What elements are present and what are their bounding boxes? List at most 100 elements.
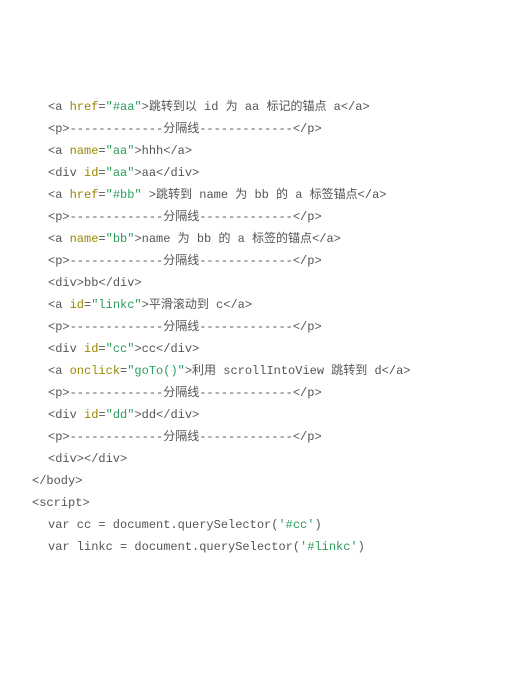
code-line: <div id="dd">dd</div> xyxy=(20,404,527,426)
code-line: <div>bb</div> xyxy=(20,272,527,294)
code-token: <a xyxy=(48,144,70,158)
code-token: > xyxy=(185,364,192,378)
code-token: </a> xyxy=(223,298,252,312)
code-token: > xyxy=(134,232,141,246)
code-token: "linkc" xyxy=(91,298,141,312)
code-token: "#aa" xyxy=(106,100,142,114)
code-token: <a xyxy=(48,232,70,246)
code-token: id xyxy=(70,298,84,312)
code-token: <p> xyxy=(48,320,70,334)
code-token: <a xyxy=(48,298,70,312)
code-token: </p> xyxy=(293,430,322,444)
code-line: var linkc = document.querySelector('#lin… xyxy=(20,536,527,558)
code-token: </div> xyxy=(98,276,141,290)
code-token: cc xyxy=(142,342,156,356)
code-token: = xyxy=(98,342,105,356)
code-token: > xyxy=(134,408,141,422)
code-token: </p> xyxy=(293,320,322,334)
code-token: </a> xyxy=(382,364,411,378)
code-token: <p> xyxy=(48,254,70,268)
code-token: <a xyxy=(48,188,70,202)
code-token: ) xyxy=(314,518,321,532)
code-line: <div></div> xyxy=(20,448,527,470)
code-token: name 为 bb 的 a 标签的锚点 xyxy=(142,232,312,246)
code-token: </p> xyxy=(293,386,322,400)
code-token: <div xyxy=(48,166,84,180)
code-token: > xyxy=(134,166,141,180)
code-token: aa xyxy=(142,166,156,180)
code-token: "goTo()" xyxy=(127,364,185,378)
code-token: <script> xyxy=(32,496,90,510)
code-token: </p> xyxy=(293,210,322,224)
code-token: <div> xyxy=(48,276,84,290)
code-token: ) xyxy=(358,540,365,554)
code-line: <a name="bb">name 为 bb 的 a 标签的锚点</a> xyxy=(20,228,527,250)
code-token: -------------分隔线------------- xyxy=(70,122,293,136)
code-token: href xyxy=(70,100,99,114)
code-token: </a> xyxy=(312,232,341,246)
code-token: </a> xyxy=(358,188,387,202)
code-token: -------------分隔线------------- xyxy=(70,430,293,444)
code-token: href xyxy=(70,188,99,202)
code-token: = xyxy=(98,144,105,158)
code-line: <p>-------------分隔线-------------</p> xyxy=(20,118,527,140)
code-token: </p> xyxy=(293,254,322,268)
code-line: var cc = document.querySelector('#cc') xyxy=(20,514,527,536)
code-line: <a onclick="goTo()">利用 scrollIntoView 跳转… xyxy=(20,360,527,382)
code-token: <div></div> xyxy=(48,452,127,466)
code-line: <div id="cc">cc</div> xyxy=(20,338,527,360)
code-token: = xyxy=(98,232,105,246)
code-token: onclick xyxy=(70,364,120,378)
code-token: -------------分隔线------------- xyxy=(70,386,293,400)
code-token: <p> xyxy=(48,386,70,400)
code-token: 利用 scrollIntoView 跳转到 d xyxy=(192,364,382,378)
code-token: '#linkc' xyxy=(300,540,358,554)
code-line: <a id="linkc">平滑滚动到 c</a> xyxy=(20,294,527,316)
code-token: = xyxy=(98,166,105,180)
code-token: -------------分隔线------------- xyxy=(70,320,293,334)
code-token: "bb" xyxy=(106,232,135,246)
code-token: <div xyxy=(48,342,84,356)
code-token: </p> xyxy=(293,122,322,136)
code-token: > xyxy=(142,188,156,202)
code-line: <p>-------------分隔线-------------</p> xyxy=(20,206,527,228)
code-token: = xyxy=(98,408,105,422)
code-line: <p>-------------分隔线-------------</p> xyxy=(20,426,527,448)
code-token: = xyxy=(98,100,105,114)
code-token: </a> xyxy=(163,144,192,158)
code-token: <a xyxy=(48,100,70,114)
code-line: </body> xyxy=(20,470,527,492)
code-token: > xyxy=(142,100,149,114)
code-token: dd xyxy=(142,408,156,422)
code-line: <a href="#aa">跳转到以 id 为 aa 标记的锚点 a</a> xyxy=(20,96,527,118)
code-token: > xyxy=(134,144,141,158)
code-line: <script> xyxy=(20,492,527,514)
code-block: <a href="#aa">跳转到以 id 为 aa 标记的锚点 a</a><p… xyxy=(20,96,527,558)
code-token: <p> xyxy=(48,430,70,444)
code-token: 跳转到 name 为 bb 的 a 标签锚点 xyxy=(156,188,358,202)
code-token: <p> xyxy=(48,122,70,136)
code-token: </div> xyxy=(156,408,199,422)
code-token: name xyxy=(70,144,99,158)
code-token: var linkc = document.querySelector( xyxy=(48,540,300,554)
code-line: <a href="#bb" >跳转到 name 为 bb 的 a 标签锚点</a… xyxy=(20,184,527,206)
code-line: <p>-------------分隔线-------------</p> xyxy=(20,250,527,272)
code-token: > xyxy=(134,342,141,356)
code-token: </a> xyxy=(341,100,370,114)
code-token: </div> xyxy=(156,166,199,180)
code-token: "#bb" xyxy=(106,188,142,202)
code-token: > xyxy=(142,298,149,312)
code-token: id xyxy=(84,408,98,422)
code-token: id xyxy=(84,342,98,356)
code-token: 跳转到以 id 为 aa 标记的锚点 a xyxy=(149,100,341,114)
code-line: <p>-------------分隔线-------------</p> xyxy=(20,316,527,338)
code-line: <a name="aa">hhh</a> xyxy=(20,140,527,162)
code-token: = xyxy=(98,188,105,202)
code-token: id xyxy=(84,166,98,180)
code-token: -------------分隔线------------- xyxy=(70,254,293,268)
code-token: hhh xyxy=(142,144,164,158)
code-token: -------------分隔线------------- xyxy=(70,210,293,224)
code-line: <div id="aa">aa</div> xyxy=(20,162,527,184)
code-token: <div xyxy=(48,408,84,422)
code-token: var cc = document.querySelector( xyxy=(48,518,278,532)
